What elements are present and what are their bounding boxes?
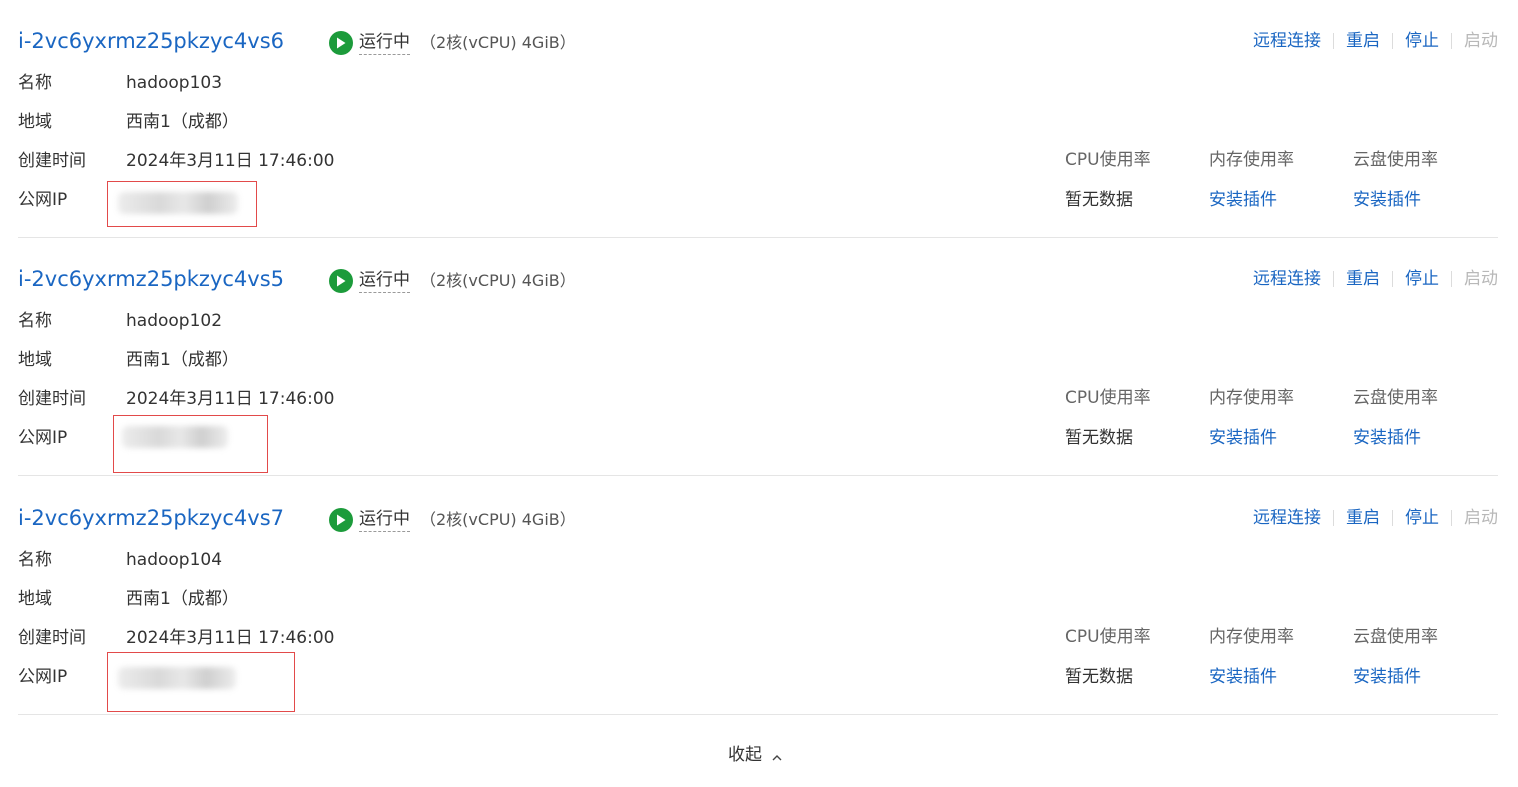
- disk-install-plugin-link[interactable]: 安装插件: [1353, 188, 1421, 212]
- play-circle-icon: [329, 508, 353, 532]
- instance-status: 运行中 （2核(vCPU) 4GiB）: [329, 507, 576, 533]
- action-separator: [1333, 271, 1334, 287]
- action-separator: [1392, 510, 1393, 526]
- created-time-label: 创建时间: [18, 151, 86, 171]
- instance-id-link[interactable]: i-2vc6yxrmz25pkzyc4vs6: [18, 26, 284, 56]
- region-value: 西南1（成都）: [126, 112, 239, 132]
- disk-usage-header: 云盘使用率: [1353, 150, 1438, 170]
- stop-button[interactable]: 停止: [1405, 30, 1439, 52]
- highlight-box: [107, 181, 257, 227]
- memory-usage-header: 内存使用率: [1209, 388, 1294, 408]
- restart-button[interactable]: 重启: [1346, 507, 1380, 529]
- memory-install-plugin-link[interactable]: 安装插件: [1209, 426, 1277, 450]
- start-button: 启动: [1464, 31, 1498, 51]
- action-separator: [1451, 510, 1452, 526]
- public-ip-label: 公网IP: [18, 428, 68, 448]
- public-ip-label: 公网IP: [18, 667, 68, 687]
- restart-button[interactable]: 重启: [1346, 30, 1380, 52]
- cpu-usage-header: CPU使用率: [1065, 627, 1151, 647]
- disk-install-plugin-link[interactable]: 安装插件: [1353, 426, 1421, 450]
- divider: [18, 475, 1498, 476]
- instance-id-link[interactable]: i-2vc6yxrmz25pkzyc4vs5: [18, 264, 284, 294]
- instance-actions: 远程连接 重启 停止 启动: [1253, 507, 1498, 529]
- cpu-usage-value: 暂无数据: [1065, 190, 1133, 210]
- action-separator: [1333, 33, 1334, 49]
- instance-actions: 远程连接 重启 停止 启动: [1253, 30, 1498, 52]
- status-running-label[interactable]: 运行中: [359, 31, 410, 55]
- play-circle-icon: [329, 269, 353, 293]
- collapse-button[interactable]: 收起: [728, 740, 782, 765]
- action-separator: [1451, 33, 1452, 49]
- memory-usage-header: 内存使用率: [1209, 150, 1294, 170]
- action-separator: [1333, 510, 1334, 526]
- region-label: 地域: [18, 589, 52, 609]
- status-running-label[interactable]: 运行中: [359, 508, 410, 532]
- disk-install-plugin-link[interactable]: 安装插件: [1353, 665, 1421, 689]
- start-button: 启动: [1464, 269, 1498, 289]
- region-label: 地域: [18, 350, 52, 370]
- created-time-value: 2024年3月11日 17:46:00: [126, 628, 335, 648]
- action-separator: [1392, 33, 1393, 49]
- cpu-usage-value: 暂无数据: [1065, 428, 1133, 448]
- cpu-usage-header: CPU使用率: [1065, 150, 1151, 170]
- name-value: hadoop102: [126, 311, 223, 331]
- instance-spec: （2核(vCPU) 4GiB）: [420, 33, 576, 52]
- region-label: 地域: [18, 112, 52, 132]
- instance-status: 运行中 （2核(vCPU) 4GiB）: [329, 30, 576, 56]
- action-separator: [1451, 271, 1452, 287]
- created-time-value: 2024年3月11日 17:46:00: [126, 389, 335, 409]
- name-label: 名称: [18, 311, 52, 331]
- public-ip-label: 公网IP: [18, 190, 68, 210]
- remote-connect-button[interactable]: 远程连接: [1253, 507, 1321, 529]
- created-time-label: 创建时间: [18, 389, 86, 409]
- action-separator: [1392, 271, 1393, 287]
- instance-id-link[interactable]: i-2vc6yxrmz25pkzyc4vs7: [18, 503, 284, 533]
- created-time-value: 2024年3月11日 17:46:00: [126, 151, 335, 171]
- remote-connect-button[interactable]: 远程连接: [1253, 268, 1321, 290]
- name-value: hadoop103: [126, 73, 223, 93]
- start-button: 启动: [1464, 508, 1498, 528]
- play-circle-icon: [329, 31, 353, 55]
- memory-install-plugin-link[interactable]: 安装插件: [1209, 188, 1277, 212]
- instance-card: i-2vc6yxrmz25pkzyc4vs6 运行中 （2核(vCPU) 4Gi…: [18, 0, 1498, 238]
- region-value: 西南1（成都）: [126, 589, 239, 609]
- status-running-label[interactable]: 运行中: [359, 269, 410, 293]
- disk-usage-header: 云盘使用率: [1353, 388, 1438, 408]
- restart-button[interactable]: 重启: [1346, 268, 1380, 290]
- region-value: 西南1（成都）: [126, 350, 239, 370]
- name-label: 名称: [18, 550, 52, 570]
- created-time-label: 创建时间: [18, 628, 86, 648]
- instance-spec: （2核(vCPU) 4GiB）: [420, 510, 576, 529]
- instance-status: 运行中 （2核(vCPU) 4GiB）: [329, 268, 576, 294]
- stop-button[interactable]: 停止: [1405, 507, 1439, 529]
- name-value: hadoop104: [126, 550, 223, 570]
- cpu-usage-value: 暂无数据: [1065, 667, 1133, 687]
- highlight-box: [107, 652, 295, 712]
- memory-install-plugin-link[interactable]: 安装插件: [1209, 665, 1277, 689]
- cpu-usage-header: CPU使用率: [1065, 388, 1151, 408]
- instance-actions: 远程连接 重启 停止 启动: [1253, 268, 1498, 290]
- instance-spec: （2核(vCPU) 4GiB）: [420, 271, 576, 290]
- name-label: 名称: [18, 73, 52, 93]
- collapse-label: 收起: [728, 745, 762, 765]
- stop-button[interactable]: 停止: [1405, 268, 1439, 290]
- highlight-box: [113, 415, 268, 473]
- instance-card: i-2vc6yxrmz25pkzyc4vs5 运行中 （2核(vCPU) 4Gi…: [18, 238, 1498, 476]
- divider: [18, 714, 1498, 715]
- disk-usage-header: 云盘使用率: [1353, 627, 1438, 647]
- instance-card: i-2vc6yxrmz25pkzyc4vs7 运行中 （2核(vCPU) 4Gi…: [18, 477, 1498, 715]
- remote-connect-button[interactable]: 远程连接: [1253, 30, 1321, 52]
- memory-usage-header: 内存使用率: [1209, 627, 1294, 647]
- chevron-up-icon: [772, 748, 782, 760]
